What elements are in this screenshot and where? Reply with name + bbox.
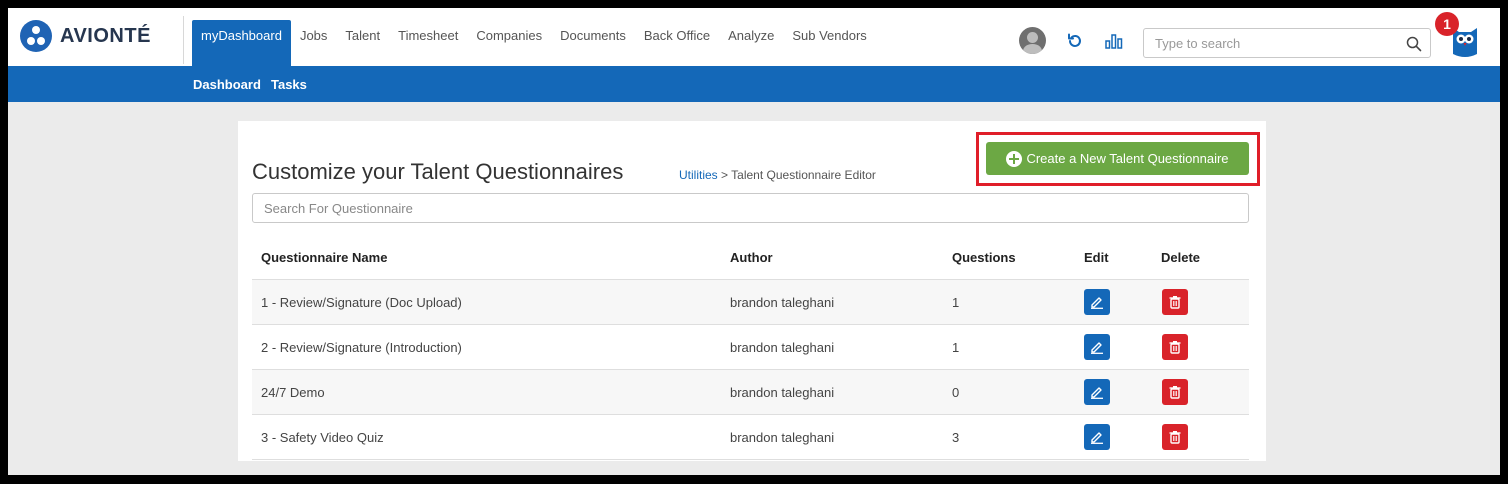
delete-button[interactable] <box>1162 289 1188 315</box>
edit-button[interactable] <box>1084 379 1110 405</box>
breadcrumb: Utilities > Talent Questionnaire Editor <box>679 168 876 182</box>
trash-icon <box>1169 386 1181 399</box>
trash-icon <box>1169 296 1181 309</box>
questionnaire-name[interactable]: 3 - Safety Video Quiz <box>261 430 384 445</box>
questionnaire-author: brandon taleghani <box>730 430 835 445</box>
column-header-edit: Edit <box>1084 250 1109 265</box>
edit-icon <box>1091 387 1103 399</box>
breadcrumb-current: Talent Questionnaire Editor <box>731 168 876 182</box>
nav-item-companies[interactable]: Companies <box>467 20 551 66</box>
table-row: 24/7 Demo brandon taleghani 0 <box>252 370 1249 415</box>
nav-item-mydashboard[interactable]: myDashboard <box>192 20 291 66</box>
edit-icon <box>1091 342 1103 354</box>
refresh-icon[interactable] <box>1066 32 1084 50</box>
delete-button[interactable] <box>1162 379 1188 405</box>
questionnaire-search <box>252 193 1249 223</box>
nav-item-talent[interactable]: Talent <box>336 20 389 66</box>
sub-nav: Dashboard Tasks <box>8 66 1500 102</box>
questionnaire-count: 3 <box>952 430 960 445</box>
questionnaire-panel: Customize your Talent Questionnaires Uti… <box>238 121 1266 461</box>
divider <box>183 16 184 64</box>
top-bar: AVIONTÉ myDashboard Jobs Talent Timeshee… <box>8 8 1500 66</box>
questionnaire-table: Questionnaire Name Author Questions Edit… <box>252 235 1249 460</box>
edit-button[interactable] <box>1084 424 1110 450</box>
subnav-item-dashboard[interactable]: Dashboard <box>193 77 261 92</box>
nav-item-timesheet[interactable]: Timesheet <box>389 20 467 66</box>
plus-circle-icon <box>1006 150 1023 167</box>
search-icon[interactable] <box>1406 36 1422 52</box>
trash-icon <box>1169 431 1181 444</box>
questionnaire-name[interactable]: 24/7 Demo <box>261 385 325 400</box>
edit-icon <box>1091 297 1103 309</box>
brand-logo[interactable]: AVIONTÉ <box>20 20 151 52</box>
questionnaire-count: 1 <box>952 295 960 310</box>
questionnaire-name[interactable]: 2 - Review/Signature (Introduction) <box>261 340 462 355</box>
delete-button[interactable] <box>1162 424 1188 450</box>
questionnaire-count: 0 <box>952 385 960 400</box>
column-header-delete: Delete <box>1161 250 1201 265</box>
breadcrumb-utilities-link[interactable]: Utilities <box>679 168 718 182</box>
nav-item-analyze[interactable]: Analyze <box>719 20 783 66</box>
trash-icon <box>1169 341 1181 354</box>
column-header-questions[interactable]: Questions <box>952 250 1016 265</box>
avionte-logo-icon <box>20 20 52 52</box>
window-frame: AVIONTÉ myDashboard Jobs Talent Timeshee… <box>0 0 1508 484</box>
edit-button[interactable] <box>1084 289 1110 315</box>
questionnaire-author: brandon taleghani <box>730 295 835 310</box>
user-avatar[interactable] <box>1019 27 1046 54</box>
column-header-author[interactable]: Author <box>730 250 773 265</box>
questionnaire-name[interactable]: 1 - Review/Signature (Doc Upload) <box>261 295 462 310</box>
create-questionnaire-button[interactable]: Create a New Talent Questionnaire <box>986 142 1249 175</box>
breadcrumb-separator: > <box>721 168 729 182</box>
table-row: 2 - Review/Signature (Introduction) bran… <box>252 325 1249 370</box>
delete-button[interactable] <box>1162 334 1188 360</box>
nav-item-documents[interactable]: Documents <box>551 20 635 66</box>
global-search-input[interactable] <box>1155 35 1395 51</box>
edit-button[interactable] <box>1084 334 1110 360</box>
questionnaire-search-input[interactable] <box>264 200 1224 216</box>
edit-icon <box>1091 432 1103 444</box>
table-row: 3 - Safety Video Quiz brandon taleghani … <box>252 415 1249 460</box>
create-button-label: Create a New Talent Questionnaire <box>1026 151 1229 166</box>
nav-item-back-office[interactable]: Back Office <box>635 20 719 66</box>
global-search <box>1143 28 1431 58</box>
analytics-icon[interactable] <box>1105 32 1123 50</box>
column-header-name[interactable]: Questionnaire Name <box>261 250 387 265</box>
table-header: Questionnaire Name Author Questions Edit… <box>252 235 1249 280</box>
main-nav: myDashboard Jobs Talent Timesheet Compan… <box>192 20 876 66</box>
nav-item-jobs[interactable]: Jobs <box>291 20 336 66</box>
notification-badge[interactable]: 1 <box>1435 12 1459 36</box>
table-body: 1 - Review/Signature (Doc Upload) brando… <box>252 280 1249 460</box>
page-title: Customize your Talent Questionnaires <box>252 159 624 184</box>
nav-item-sub-vendors[interactable]: Sub Vendors <box>783 20 875 66</box>
subnav-item-tasks[interactable]: Tasks <box>271 77 307 92</box>
questionnaire-author: brandon taleghani <box>730 340 835 355</box>
questionnaire-author: brandon taleghani <box>730 385 835 400</box>
questionnaire-count: 1 <box>952 340 960 355</box>
brand-name: AVIONTÉ <box>60 24 151 47</box>
table-row: 1 - Review/Signature (Doc Upload) brando… <box>252 280 1249 325</box>
